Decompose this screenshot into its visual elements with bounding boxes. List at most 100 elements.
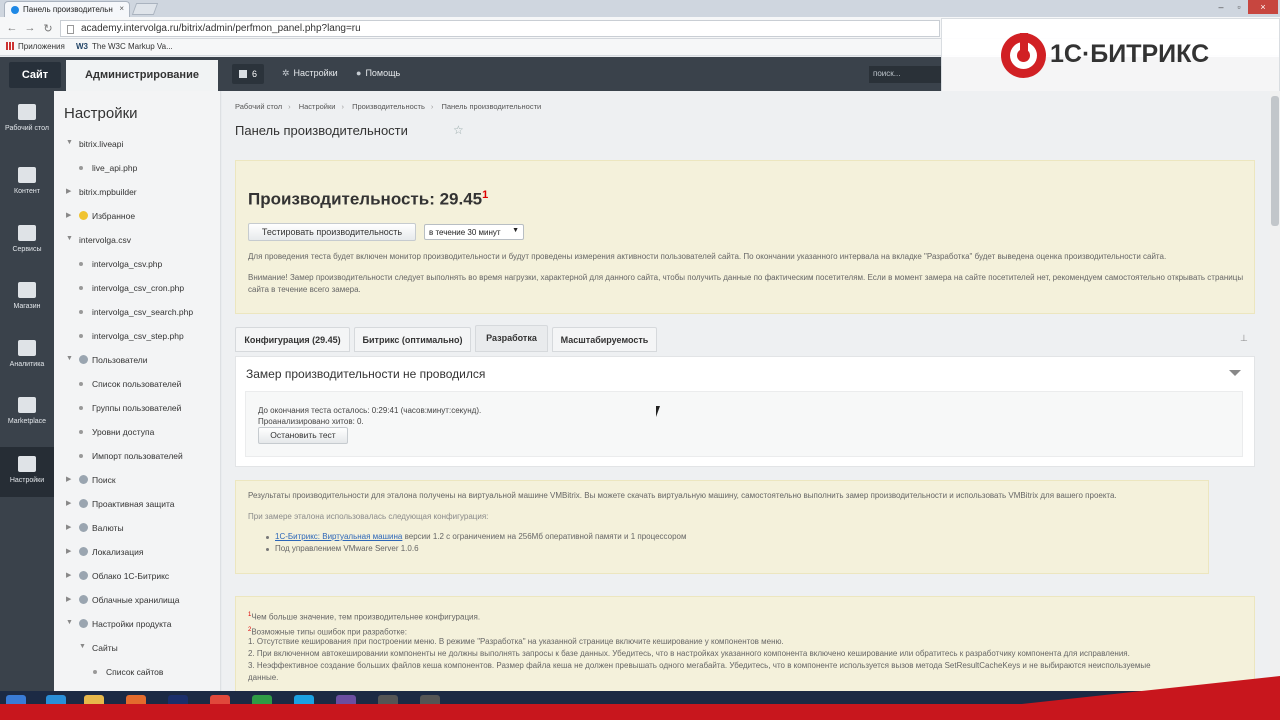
nav-item[interactable]: ▼ bitrix.liveapi	[66, 139, 123, 149]
test-performance-button[interactable]: Тестировать производительность	[248, 223, 416, 241]
favorite-star-icon[interactable]: ☆	[453, 123, 464, 137]
breadcrumb-item[interactable]: Настройки	[299, 102, 336, 111]
nav-item[interactable]: intervolga_csv_step.php	[79, 331, 184, 341]
gear-icon	[18, 456, 36, 472]
nav-item[interactable]: Импорт пользователей	[79, 451, 183, 461]
rail-item-analytics[interactable]: Аналитика	[0, 340, 54, 380]
nav-item[interactable]: ▶ Локализация	[66, 547, 144, 557]
expand-arrow-icon[interactable]: ▼	[79, 643, 86, 650]
star-icon	[79, 211, 88, 220]
new-tab-button[interactable]	[131, 3, 159, 15]
nav-item[interactable]: ▶ Поиск	[66, 475, 116, 485]
nav-item-label: intervolga_csv_search.php	[92, 307, 194, 317]
rail-item-marketplace[interactable]: Marketplace	[0, 397, 54, 437]
collapse-arrow-icon[interactable]: ▶	[66, 571, 71, 579]
rail-label: Контент	[14, 188, 40, 195]
nav-item[interactable]: intervolga_csv_cron.php	[79, 283, 184, 293]
rail-item-desktop[interactable]: Рабочий стол	[0, 104, 54, 152]
pin-icon[interactable]: ⊥	[1240, 333, 1248, 344]
globe-icon	[79, 547, 88, 556]
nav-item[interactable]: ▶ Избранное	[66, 211, 135, 221]
scrollbar-thumb[interactable]	[1271, 96, 1279, 226]
nav-item[interactable]: Группы пользователей	[79, 403, 182, 413]
note-3: 1. Отсутствие кеширования при построении…	[248, 637, 784, 646]
notifications-button[interactable]: 6	[232, 64, 264, 84]
tab-development[interactable]: Разработка	[475, 325, 548, 352]
admin-button[interactable]: Администрирование	[66, 60, 218, 91]
tab-scalability[interactable]: Масштабируемость	[552, 327, 657, 352]
favicon-icon	[11, 6, 19, 14]
nav-item[interactable]: ▼ Настройки продукта	[66, 619, 171, 629]
bullet-icon	[93, 670, 97, 674]
nav-item[interactable]: intervolga_csv_search.php	[79, 307, 194, 317]
nav-item[interactable]: ▶ Проактивная защита	[66, 499, 175, 509]
collapse-arrow-icon[interactable]: ▶	[66, 547, 71, 555]
close-window-icon[interactable]: ×	[1248, 0, 1278, 14]
url-input[interactable]: academy.intervolga.ru/bitrix/admin/perfm…	[60, 20, 940, 37]
collapse-arrow-icon[interactable]: ▶	[66, 595, 71, 603]
settings-link[interactable]: ✲ Настройки	[282, 68, 338, 79]
settings-label: Настройки	[293, 68, 338, 78]
measure-title: Замер производительности не проводился	[246, 367, 486, 381]
nav-item[interactable]: ▶ Облачные хранилища	[66, 595, 180, 605]
collapse-arrow-icon[interactable]: ▶	[66, 187, 71, 195]
nav-item[interactable]: ▼ Пользователи	[66, 355, 147, 365]
layers-icon	[18, 225, 36, 241]
rail-item-services[interactable]: Сервисы	[0, 225, 54, 265]
nav-item-label: Группы пользователей	[92, 403, 182, 413]
rail-item-shop[interactable]: Магазин	[0, 282, 54, 322]
tab-bitrix-optimal[interactable]: Битрикс (оптимально)	[354, 327, 471, 352]
maximize-icon[interactable]: ▫	[1230, 0, 1248, 14]
nav-item[interactable]: ▶ Облако 1С-Битрикс	[66, 571, 169, 581]
admin-search-input[interactable]: поиск...	[869, 66, 941, 83]
measure-status-box	[245, 391, 1243, 457]
collapse-arrow-icon[interactable]: ▶	[66, 499, 71, 507]
notification-count: 6	[251, 69, 257, 79]
breadcrumb: Рабочий стол › Настройки › Производительно…	[235, 102, 542, 111]
bookmark-apps[interactable]: Приложения	[6, 42, 65, 51]
help-link[interactable]: ● Помощь	[356, 68, 400, 78]
expand-arrow-icon[interactable]: ▼	[66, 235, 73, 242]
expand-arrow-icon[interactable]: ▼	[66, 139, 73, 146]
perf-description: Для проведения теста будет включен монит…	[248, 252, 1167, 261]
collapse-arrow-icon[interactable]: ▶	[66, 523, 71, 531]
rail-item-content[interactable]: Контент	[0, 167, 54, 207]
collapse-arrow-icon[interactable]: ▶	[66, 475, 71, 483]
nav-item[interactable]: ▶ bitrix.mpbuilder	[66, 187, 137, 197]
perf-footnote-mark: 1	[482, 189, 489, 201]
w3c-icon: W3	[76, 42, 88, 51]
breadcrumb-item[interactable]: Рабочий стол	[235, 102, 282, 111]
nav-item[interactable]: ▼ Сайты	[79, 643, 118, 653]
collapse-arrow-icon[interactable]: ▶	[66, 211, 71, 219]
nav-item[interactable]: live_api.php	[79, 163, 137, 173]
tab-configuration[interactable]: Конфигурация (29.45)	[235, 327, 350, 352]
url-text: academy.intervolga.ru/bitrix/admin/perfm…	[81, 23, 361, 34]
note-5: 3. Неэффективное создание больших файлов…	[248, 661, 1151, 670]
nav-item[interactable]: Список сайтов	[93, 667, 164, 677]
browser-tab[interactable]: Панель производительн ×	[4, 1, 130, 17]
nav-item[interactable]: Список пользователей	[79, 379, 181, 389]
nav-item[interactable]: intervolga_csv.php	[79, 259, 162, 269]
nav-item-label: Список сайтов	[106, 667, 164, 677]
nav-item[interactable]: ▼ intervolga.csv	[66, 235, 131, 245]
rail-label: Marketplace	[7, 418, 47, 425]
breadcrumb-item[interactable]: Производительность	[352, 102, 425, 111]
expand-arrow-icon[interactable]: ▼	[66, 355, 73, 362]
rail-item-settings[interactable]: Настройки	[0, 447, 54, 497]
collapse-caret-icon[interactable]	[1229, 370, 1241, 376]
close-tab-icon[interactable]: ×	[119, 4, 124, 13]
reload-icon[interactable]: ↻	[42, 22, 54, 35]
site-button[interactable]: Сайт	[9, 62, 61, 88]
nav-item[interactable]: Уровни доступа	[79, 427, 154, 437]
breadcrumb-item[interactable]: Панель производительности	[441, 102, 541, 111]
back-icon[interactable]: ←	[6, 22, 18, 34]
duration-select[interactable]: в течение 30 минут ▼	[424, 224, 524, 240]
nav-item[interactable]: ▶ Валюты	[66, 523, 124, 533]
nav-item-label: intervolga.csv	[79, 235, 131, 245]
forward-icon[interactable]: →	[24, 22, 36, 34]
bookmark-w3c[interactable]: W3 The W3C Markup Va...	[76, 42, 173, 51]
vm-link[interactable]: 1С-Битрикс: Виртуальная машина	[275, 532, 402, 541]
minimize-icon[interactable]: –	[1212, 0, 1230, 14]
expand-arrow-icon[interactable]: ▼	[66, 619, 73, 626]
stop-test-button[interactable]: Остановить тест	[258, 427, 348, 444]
